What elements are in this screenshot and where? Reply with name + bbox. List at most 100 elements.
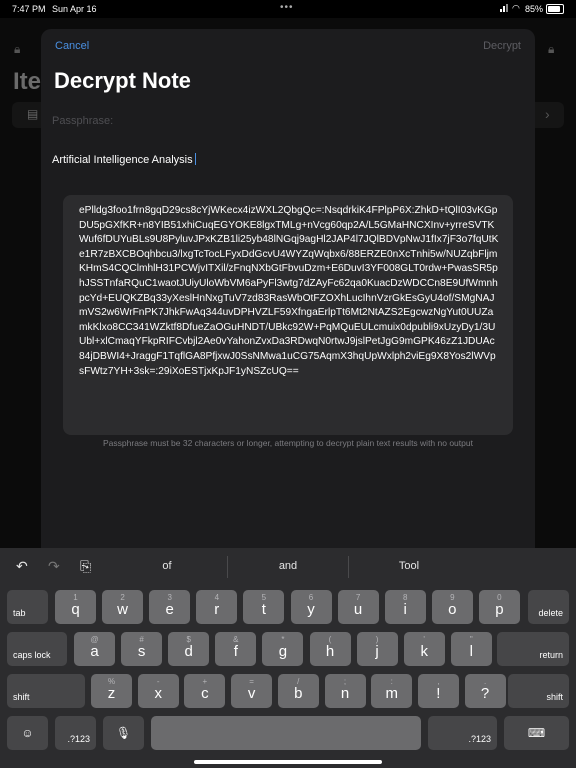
key-label: r — [214, 601, 220, 618]
decrypt-note-sheet: Cancel Decrypt Decrypt Note Passphrase: … — [41, 29, 535, 548]
shift-key-left[interactable]: shift — [7, 674, 85, 708]
return-key[interactable]: return — [497, 632, 569, 666]
key-w[interactable]: 2w — [102, 590, 144, 624]
lock-icon: 🔒︎ — [14, 42, 21, 56]
caps-lock-key[interactable]: caps lock — [7, 632, 67, 666]
key-k[interactable]: ' k — [403, 632, 445, 666]
key-label: z — [107, 685, 116, 702]
key-label: h — [325, 643, 335, 660]
key-j[interactable]: ) j — [356, 632, 398, 666]
key-v[interactable]: = v — [231, 674, 273, 708]
lock-icon: 🔒︎ — [548, 42, 555, 56]
key-z[interactable]: % z — [91, 674, 132, 708]
shift-key-right[interactable]: shift — [508, 674, 569, 708]
key-label: q — [71, 601, 80, 618]
suggestion-bar: ↶ ↷ ⎘ of and Tool — [0, 548, 576, 586]
emoji-icon: ☺ — [21, 726, 34, 740]
key-m[interactable]: :m — [371, 674, 413, 708]
key-label: u — [353, 601, 363, 618]
numbers-key-left[interactable]: .?123 — [55, 716, 96, 750]
ciphertext: ePlldg3foo1frn8gqD29cs8cYjWKecx4izWXL2Qb… — [79, 205, 499, 377]
key-label: f — [233, 643, 238, 660]
key-l[interactable]: " l — [450, 632, 492, 666]
dismiss-keyboard-key[interactable]: ⌨ — [504, 716, 569, 750]
key-label: s — [137, 643, 146, 660]
key-x[interactable]: -x — [137, 674, 179, 708]
key-s[interactable]: # s — [121, 632, 163, 666]
key-label: x — [154, 685, 162, 702]
divider — [348, 556, 349, 578]
key-label: j — [375, 643, 379, 660]
key-label: d — [184, 643, 193, 660]
undo-icon[interactable]: ↶ — [16, 558, 28, 575]
background-title: Ite — [13, 68, 42, 95]
key-label: w — [117, 601, 129, 618]
key-d[interactable]: $ d — [168, 632, 210, 666]
key-label: v — [247, 685, 256, 702]
key-label: y — [307, 601, 315, 618]
keyboard-dismiss-icon: ⌨ — [527, 726, 546, 740]
delete-key[interactable]: delete — [528, 590, 569, 624]
key-r[interactable]: 4r — [196, 590, 238, 624]
chevron-right-icon: › — [545, 106, 550, 122]
page-title: Decrypt Note — [54, 68, 191, 93]
wifi-icon: ◠ — [512, 3, 520, 13]
key-label: g — [278, 643, 288, 660]
space-bar[interactable] — [151, 716, 421, 750]
suggestion-3[interactable]: Tool — [359, 560, 459, 572]
key-i[interactable]: 8i — [384, 590, 426, 624]
key-q[interactable]: 1q — [55, 590, 96, 624]
suggestion-2[interactable]: and — [238, 560, 338, 572]
key-label: c — [201, 685, 209, 702]
key-u[interactable]: 7u — [337, 590, 379, 624]
key-p[interactable]: 0p — [478, 590, 520, 624]
microphone-icon: 🎙︎ — [115, 726, 132, 740]
emoji-key[interactable]: ☺ — [7, 716, 48, 750]
key-label: o — [448, 601, 457, 618]
decrypt-button[interactable]: Decrypt — [483, 40, 521, 52]
tab-key[interactable]: tab — [7, 590, 48, 624]
key-a[interactable]: @ a — [74, 632, 115, 666]
suggestion-1[interactable]: of — [117, 560, 217, 572]
key-label: p — [495, 601, 504, 618]
key-label: ! — [436, 685, 441, 702]
key-c[interactable]: + c — [184, 674, 226, 708]
key-label: ? — [480, 685, 490, 702]
numbers-key-right[interactable]: .?123 — [428, 716, 497, 750]
home-indicator[interactable] — [194, 760, 382, 764]
keyboard: ↶ ↷ ⎘ of and Tool tab 1q2w3e4r5t6y7u8i9o… — [0, 548, 576, 768]
ciphertext-box[interactable]: ePlldg3foo1frn8gqD29cs8cYjWKecx4izWXL2Qb… — [63, 195, 513, 435]
dictation-key[interactable]: 🎙︎ — [103, 716, 144, 750]
key-b[interactable]: / b — [277, 674, 319, 708]
key-h[interactable]: (h — [309, 632, 351, 666]
key-e[interactable]: 3e — [149, 590, 191, 624]
passphrase-field[interactable]: Passphrase: — [52, 115, 113, 127]
key-label: k — [420, 643, 428, 660]
key-f[interactable]: & f — [215, 632, 257, 666]
key-label: n — [340, 685, 350, 702]
redo-icon[interactable]: ↷ — [48, 558, 60, 575]
note-title-text: Artificial Intelligence Analysis — [52, 154, 193, 166]
key-g[interactable]: * g — [262, 632, 304, 666]
note-title-field[interactable]: Artificial Intelligence Analysis — [52, 153, 197, 166]
key-o[interactable]: 9o — [431, 590, 473, 624]
key-label: m — [385, 685, 398, 702]
battery-icon — [546, 4, 564, 14]
key-label: e — [165, 601, 174, 618]
paste-icon[interactable]: ⎘ — [80, 558, 91, 575]
key-label: l — [469, 643, 473, 660]
multitasking-dots-icon[interactable]: ••• — [280, 2, 294, 13]
divider — [227, 556, 228, 578]
key-![interactable]: ,! — [417, 674, 459, 708]
key-t[interactable]: 5t — [243, 590, 285, 624]
key-n[interactable]: ; n — [324, 674, 366, 708]
battery-percent: 85% — [525, 4, 544, 14]
key-?[interactable]: .? — [464, 674, 506, 708]
signal-icon — [500, 4, 508, 12]
key-label: t — [261, 601, 266, 618]
document-icon: ▤ — [27, 107, 39, 121]
status-date: Sun Apr 16 — [52, 4, 97, 14]
key-label: a — [90, 643, 99, 660]
key-y[interactable]: 6y — [290, 590, 332, 624]
cancel-button[interactable]: Cancel — [55, 40, 89, 52]
